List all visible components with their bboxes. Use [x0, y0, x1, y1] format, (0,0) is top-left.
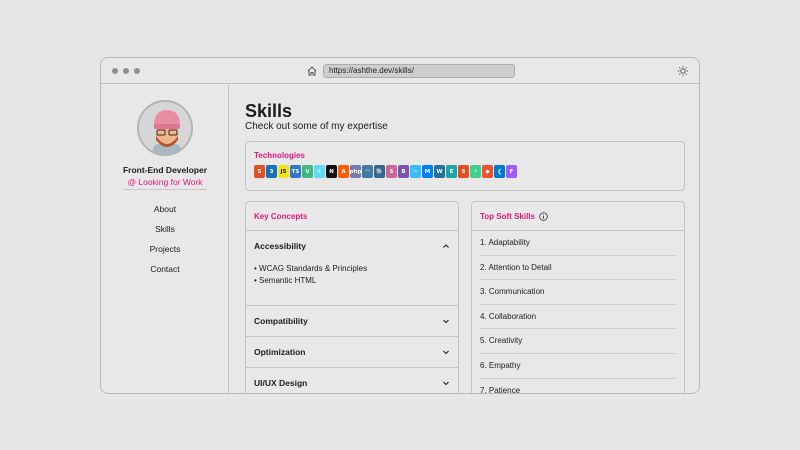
accordion-label: Compatibility	[254, 316, 308, 326]
bootstrap-icon: B	[398, 165, 409, 178]
accordion-item-accessibility: Accessibility • WCAG Standards & Princip…	[246, 231, 458, 306]
chevron-down-icon	[443, 381, 449, 386]
accordion-label: UI/UX Design	[254, 378, 308, 388]
avatar	[137, 100, 193, 156]
figma-icon: F	[506, 165, 517, 178]
list-item: 3. Communication	[480, 280, 676, 305]
list-item: 4. Collaboration	[480, 305, 676, 330]
technologies-card: Technologies 5 3 JS TS V ⚛ N Aphp ◠ 🐘 S B ~ M W E S ⚡ ◆ ❮ F	[245, 141, 685, 191]
sidebar: Front-End Developer @ Looking for Work A…	[101, 85, 229, 393]
tailwind-icon: ~	[410, 165, 421, 178]
list-item: 7. Patience	[480, 379, 676, 393]
sass-icon: S	[386, 165, 397, 178]
typescript-icon: TS	[290, 165, 301, 178]
react-icon: ⚛	[314, 165, 325, 178]
chevron-up-icon	[443, 244, 449, 248]
accordion-header-uiux-design[interactable]: UI/UX Design	[246, 368, 458, 393]
browser-toolbar: https://ashthe.dev/skills/	[101, 58, 699, 84]
accordion-header-optimization[interactable]: Optimization	[246, 337, 458, 367]
avatar-illustration	[139, 102, 191, 154]
url-bar[interactable]: https://ashthe.dev/skills/	[323, 64, 515, 78]
vue-icon: V	[302, 165, 313, 178]
main-content: Skills Check out some of my expertise Te…	[245, 85, 685, 393]
mysql-icon: ◠	[362, 165, 373, 178]
soft-skills-title: Top Soft Skills	[480, 211, 535, 221]
home-icon[interactable]	[306, 65, 318, 77]
list-item: 5. Creativity	[480, 329, 676, 354]
supabase-icon: ⚡	[470, 165, 481, 178]
technologies-title: Technologies	[254, 151, 305, 160]
list-item: 6. Empathy	[480, 354, 676, 379]
page-subtitle: Check out some of my expertise	[245, 121, 388, 132]
accordion-item-uiux-design: UI/UX Design	[246, 368, 458, 393]
status-link[interactable]: @ Looking for Work	[123, 177, 207, 190]
role-title: Front-End Developer	[122, 165, 208, 175]
php-icon: php	[350, 165, 361, 178]
accordion-item-optimization: Optimization	[246, 337, 458, 368]
soft-skills-list: 1. Adaptability 2. Attention to Detail 3…	[472, 231, 684, 393]
wordpress-icon: W	[434, 165, 445, 178]
git-icon: ◆	[482, 165, 493, 178]
vscode-icon: ❮	[494, 165, 505, 178]
technologies-icon-row: 5 3 JS TS V ⚛ N Aphp ◠ 🐘 S B ~ M W E S ⚡ ◆ ❮ F	[254, 165, 517, 179]
nav-item-about[interactable]: About	[101, 199, 229, 219]
nav-item-projects[interactable]: Projects	[101, 239, 229, 259]
window-dot-maximize[interactable]	[134, 68, 140, 74]
accordion-label: Accessibility	[254, 241, 306, 251]
info-icon[interactable]	[539, 211, 548, 221]
accordion-detail: • Semantic HTML	[254, 276, 317, 285]
key-concepts-title: Key Concepts	[246, 202, 458, 231]
elementor-icon: E	[446, 165, 457, 178]
soft-skills-header: Top Soft Skills	[472, 202, 684, 231]
window-dot-minimize[interactable]	[123, 68, 129, 74]
accordion-header-accessibility[interactable]: Accessibility	[246, 231, 458, 261]
javascript-icon: JS	[278, 165, 289, 178]
accordion-detail: • WCAG Standards & Principles	[254, 264, 368, 273]
list-item: 1. Adaptability	[480, 231, 676, 256]
nextjs-icon: N	[326, 165, 337, 178]
key-concepts-card: Key Concepts Accessibility • WCAG Standa…	[245, 201, 459, 393]
page-title: Skills	[245, 101, 293, 121]
sun-icon[interactable]	[677, 65, 689, 77]
soft-skills-card: Top Soft Skills 1. Adaptability 2. Atten…	[471, 201, 685, 393]
sidebar-nav: About Skills Projects Contact	[101, 199, 229, 279]
accordion-item-compatibility: Compatibility	[246, 306, 458, 337]
astro-icon: A	[338, 165, 349, 178]
css3-icon: 3	[266, 165, 277, 178]
nav-item-skills[interactable]: Skills	[101, 219, 229, 239]
window-dot-close[interactable]	[112, 68, 118, 74]
accordion-label: Optimization	[254, 347, 306, 357]
accordion-header-compatibility[interactable]: Compatibility	[246, 306, 458, 336]
mui-icon: M	[422, 165, 433, 178]
nav-item-contact[interactable]: Contact	[101, 259, 229, 279]
postgresql-icon: 🐘	[374, 165, 385, 178]
list-item: 2. Attention to Detail	[480, 256, 676, 281]
accordion-body-accessibility: • WCAG Standards & Principles • Semantic…	[246, 261, 458, 305]
html5-icon: 5	[254, 165, 265, 178]
chevron-down-icon	[443, 319, 449, 324]
chevron-down-icon	[443, 350, 449, 355]
browser-window: https://ashthe.dev/skills/ Front-End Dev…	[100, 57, 700, 394]
shopify-icon: S	[458, 165, 469, 178]
